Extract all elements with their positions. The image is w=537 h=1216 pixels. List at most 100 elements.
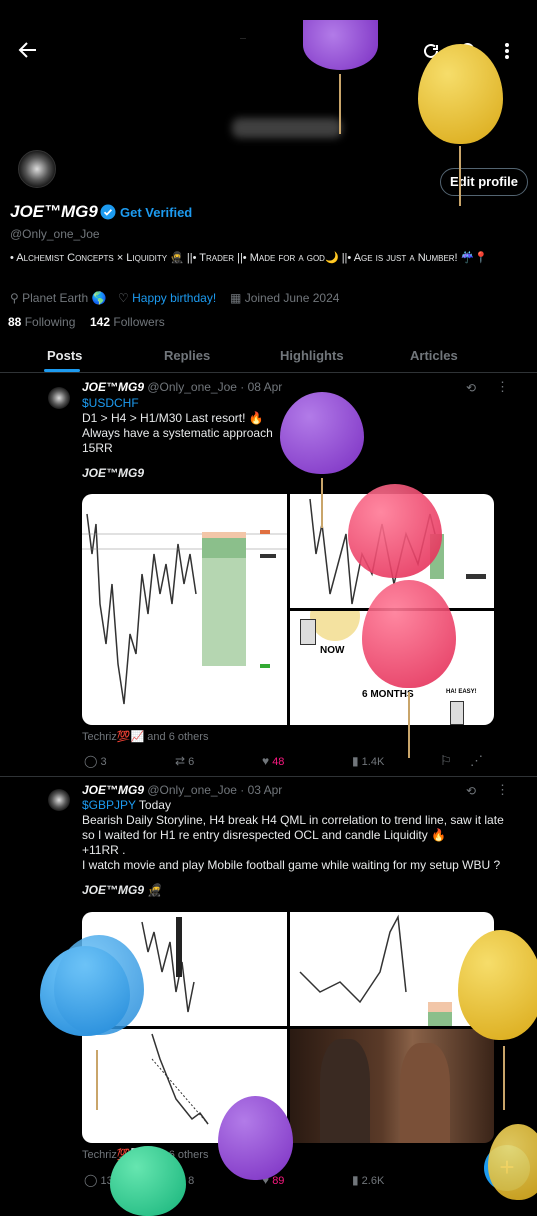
like-button[interactable]: ♥ 48	[262, 754, 284, 768]
balloon-purple	[280, 392, 364, 474]
location-row: ⚲ Planet Earth 🌎	[10, 291, 106, 305]
tweet-avatar[interactable]	[48, 387, 70, 409]
edit-profile-button[interactable]: Edit profile	[440, 168, 528, 196]
tweet-header: JOE™MG9 @Only_one_Joe · 08 Apr	[82, 380, 282, 394]
chart-image-left[interactable]	[82, 494, 287, 725]
joined-row: ▦ Joined June 2024	[230, 291, 339, 305]
balloon-string	[339, 74, 341, 134]
repost-count: 8	[188, 1175, 195, 1187]
more-vertical-icon	[505, 43, 509, 59]
grok-icon[interactable]: ⟲	[466, 784, 476, 798]
more-button[interactable]	[502, 42, 512, 65]
tweet-author-handle: @Only_one_Joe	[147, 380, 237, 394]
meme-figure	[450, 701, 464, 725]
header-small-text: —	[240, 36, 246, 42]
balloon-string	[503, 1046, 505, 1110]
blurred-header-title	[232, 118, 342, 138]
person-silhouette	[400, 1043, 450, 1143]
balloon-yellow	[458, 930, 537, 1040]
tweet-more-icon[interactable]: ⋮	[496, 379, 509, 395]
verified-badge-icon	[100, 204, 116, 225]
grok-icon[interactable]: ⟲	[466, 381, 476, 395]
balloon-string	[459, 146, 461, 206]
balloon-yellow	[418, 44, 503, 144]
meme-label-now: NOW	[320, 645, 345, 656]
tweet-body: $GBPJPY Today Bearish Daily Storyline, H…	[82, 798, 522, 898]
tweet-1[interactable]: JOE™MG9 @Only_one_Joe · 08 Apr ⟲ ⋮ $USDC…	[0, 373, 537, 775]
views-button[interactable]: ▮ 1.4K	[352, 754, 384, 768]
tweet-more-icon[interactable]: ⋮	[496, 782, 509, 798]
following-count: 88	[8, 315, 22, 329]
birthday-link[interactable]: Happy birthday!	[132, 291, 216, 305]
views-button[interactable]: ▮ 2.6K	[352, 1173, 384, 1187]
get-verified-link[interactable]: Get Verified	[120, 205, 192, 220]
meme-label-easy: HA! EASY!	[446, 689, 477, 695]
tweet-signature: JOE™MG9	[82, 466, 145, 480]
calendar-icon: ▦	[230, 291, 242, 305]
location-pin-icon: ⚲	[10, 291, 19, 305]
repost-count: 6	[188, 756, 195, 768]
balloon-icon: ♡	[118, 291, 129, 305]
balloon-purple	[303, 20, 378, 70]
balloon-string	[408, 692, 410, 758]
back-button[interactable]	[18, 40, 38, 66]
views-icon: ▮	[352, 1173, 359, 1187]
reply-button[interactable]: ◯ 13	[84, 1173, 113, 1187]
tweet-author-name[interactable]: JOE™MG9	[82, 380, 144, 394]
tweet-signature: JOE™MG9 🥷	[82, 883, 163, 897]
heart-icon: ♥	[262, 754, 270, 768]
profile-handle: @Only_one_Joe	[10, 227, 100, 241]
tab-highlights[interactable]: Highlights	[280, 348, 344, 363]
reply-button[interactable]: ◯ 3	[84, 754, 107, 768]
bookmark-icon[interactable]: ⚐	[440, 753, 452, 769]
views-icon: ▮	[352, 754, 359, 768]
followers-count: 142	[90, 315, 111, 329]
tweet-tag-suffix: Today	[135, 798, 171, 812]
balloon-string	[321, 478, 323, 528]
profile-display-name: JOE™MG9	[10, 202, 98, 221]
person-silhouette	[320, 1039, 370, 1143]
tweet-line: +11RR .	[82, 843, 126, 857]
reply-icon: ◯	[84, 754, 98, 768]
meme-figure	[300, 619, 316, 645]
tweet-line: I watch movie and play Mobile football g…	[82, 858, 501, 872]
balloon-pink	[348, 484, 442, 578]
like-count: 89	[272, 1175, 285, 1187]
tweet-author-name[interactable]: JOE™MG9	[82, 783, 144, 797]
avatar[interactable]	[18, 150, 56, 188]
tweet-date: · 08 Apr	[240, 380, 283, 394]
tab-articles[interactable]: Articles	[410, 348, 458, 363]
balloon-blue	[54, 935, 144, 1035]
birthday-row[interactable]: ♡ Happy birthday!	[118, 291, 216, 305]
moon-shape	[310, 611, 360, 641]
profile-location: Planet Earth 🌎	[22, 291, 107, 305]
tweet-avatar[interactable]	[48, 789, 70, 811]
following-link[interactable]: 88 Following	[8, 315, 75, 329]
balloon-purple	[218, 1096, 293, 1180]
profile-bio: • Alchemist Concepts × Liquidity 🥷 ||• T…	[10, 252, 489, 264]
followers-link[interactable]: 142 Followers	[90, 315, 165, 329]
balloon-pink	[362, 580, 456, 688]
movie-still-image[interactable]	[290, 1029, 494, 1143]
tweet-author-handle: @Only_one_Joe	[147, 783, 237, 797]
like-count: 48	[272, 756, 285, 768]
tweet-line: Bearish Daily Storyline, H4 break H4 QML…	[82, 813, 504, 827]
following-label: Following	[24, 315, 76, 329]
repost-button[interactable]: ⇄ 6	[175, 754, 194, 768]
tab-replies[interactable]: Replies	[164, 348, 210, 363]
cashtag-link[interactable]: $GBPJPY	[82, 798, 136, 812]
tweet-header: JOE™MG9 @Only_one_Joe · 03 Apr	[82, 783, 282, 797]
reply-icon: ◯	[84, 1173, 98, 1187]
tab-posts[interactable]: Posts	[47, 348, 82, 363]
arrow-left-icon	[18, 42, 36, 58]
repost-icon: ⇄	[175, 754, 186, 768]
meme-label-later: 6 MONTHS	[362, 689, 414, 700]
tweet-line: so I waited for H1 re entry disrespected…	[82, 828, 447, 842]
share-icon[interactable]: ⋰	[470, 753, 483, 769]
joined-date: Joined June 2024	[244, 291, 340, 305]
followers-label: Followers	[113, 315, 165, 329]
tweet-date: · 03 Apr	[240, 783, 283, 797]
views-count: 1.4K	[361, 756, 385, 768]
views-count: 2.6K	[361, 1175, 385, 1187]
liked-by[interactable]: Techriz💯📈 and 6 others	[82, 730, 208, 743]
